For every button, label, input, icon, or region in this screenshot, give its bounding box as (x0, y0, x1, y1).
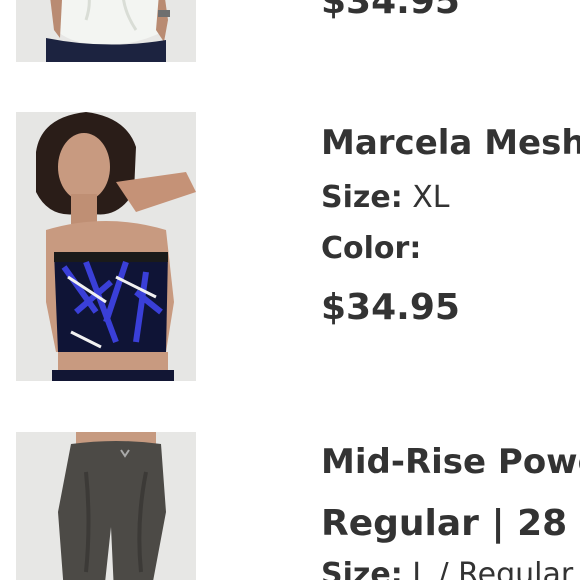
item-2-size: Size: XL (321, 183, 450, 213)
item-3-subtitle: Regular | 28 (321, 503, 568, 544)
cart-screen: $34.95 Marcela Mesh Medium Impact Bra (0, 0, 580, 580)
size-value: XL (412, 180, 450, 215)
item-3-name[interactable]: Mid-Rise PowerHold Legging (321, 445, 580, 479)
item-2-color: Color: (321, 234, 421, 264)
size-label: Size: (321, 180, 403, 215)
size-label: Size: (321, 557, 403, 580)
item-3-size: Size: L / Regular | (321, 560, 580, 580)
product-image-item-1[interactable] (16, 0, 196, 62)
item-2-price: $34.95 (321, 287, 460, 328)
item-1-price: $34.95 (321, 0, 460, 22)
product-image-item-3[interactable] (16, 432, 196, 580)
size-value: L / Regular | (412, 557, 580, 580)
product-image-item-2[interactable] (16, 112, 196, 381)
color-label: Color: (321, 231, 422, 266)
item-2-name[interactable]: Marcela Mesh Medium Impact Bra (321, 126, 580, 160)
